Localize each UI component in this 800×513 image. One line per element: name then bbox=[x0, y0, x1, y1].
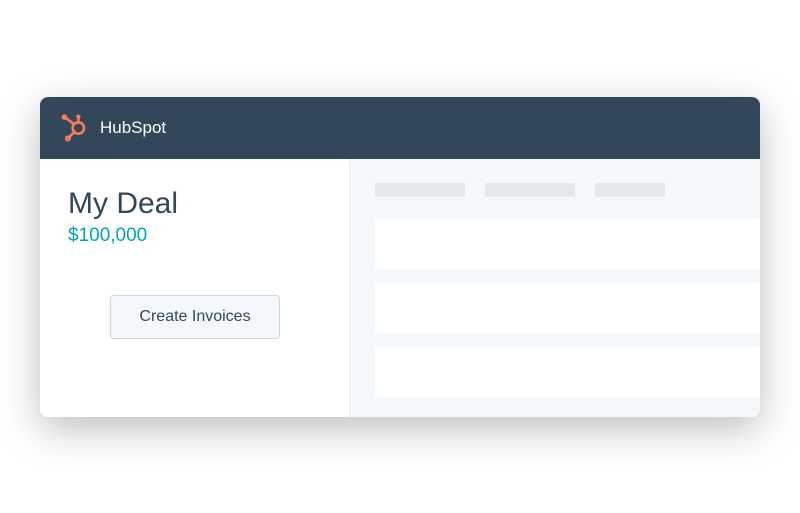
brand-name: HubSpot bbox=[100, 118, 166, 138]
tab-bar bbox=[375, 183, 760, 197]
detail-panel bbox=[350, 159, 760, 417]
card-list bbox=[375, 219, 760, 397]
create-invoices-button[interactable]: Create Invoices bbox=[110, 295, 279, 339]
app-window: HubSpot My Deal $100,000 Create Invoices bbox=[40, 97, 760, 417]
deal-amount: $100,000 bbox=[68, 225, 322, 247]
deal-panel: My Deal $100,000 Create Invoices bbox=[40, 159, 350, 417]
app-header: HubSpot bbox=[40, 97, 760, 159]
content-area: My Deal $100,000 Create Invoices bbox=[40, 159, 760, 417]
deal-title: My Deal bbox=[68, 187, 322, 221]
brand-logo: HubSpot bbox=[60, 114, 166, 142]
card-placeholder bbox=[375, 347, 760, 397]
card-placeholder bbox=[375, 283, 760, 333]
card-placeholder bbox=[375, 219, 760, 269]
hubspot-icon bbox=[60, 114, 88, 142]
tab-placeholder bbox=[485, 183, 575, 197]
tab-placeholder bbox=[375, 183, 465, 197]
tab-placeholder bbox=[595, 183, 665, 197]
